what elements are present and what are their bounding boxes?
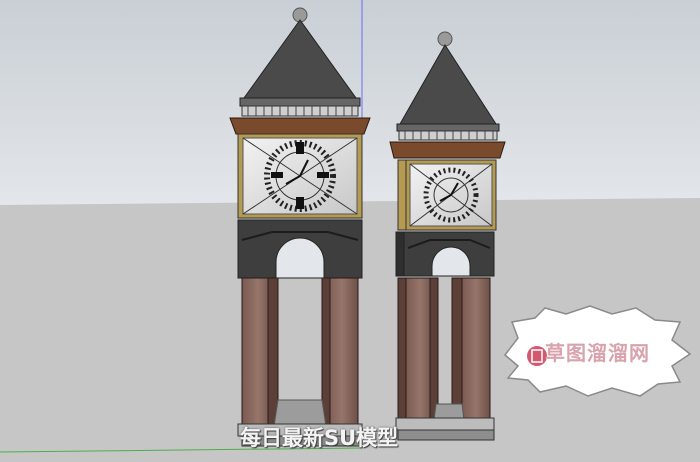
caption-text: 每日最新SU模型 <box>240 426 399 450</box>
right-finial <box>437 31 453 47</box>
scene-canvas <box>0 0 700 462</box>
right-pillar-right <box>461 277 491 419</box>
watermark-text: 草图溜溜网 <box>545 341 650 365</box>
left-pillar-right <box>325 277 359 427</box>
